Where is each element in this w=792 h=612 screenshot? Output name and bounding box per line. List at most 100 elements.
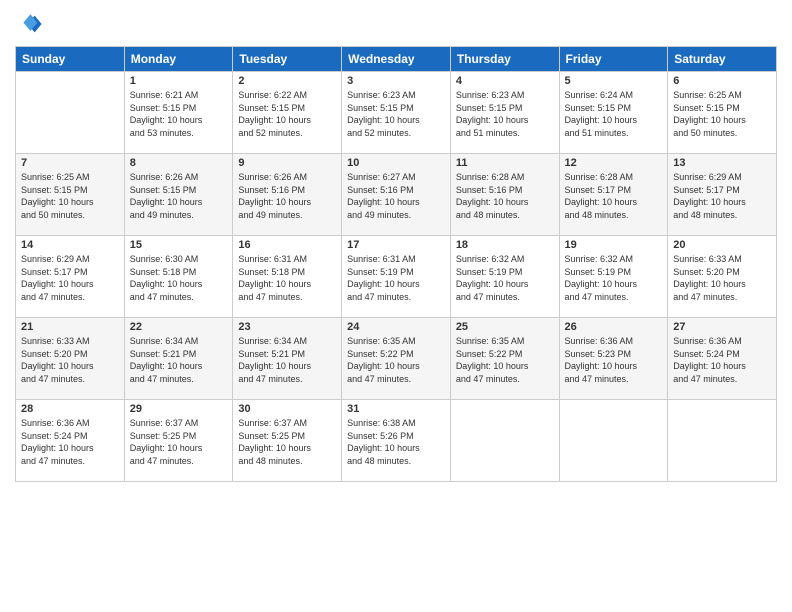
day-info: Sunrise: 6:36 AM Sunset: 5:24 PM Dayligh… — [21, 417, 119, 467]
calendar-cell: 21Sunrise: 6:33 AM Sunset: 5:20 PM Dayli… — [16, 318, 125, 400]
day-info: Sunrise: 6:25 AM Sunset: 5:15 PM Dayligh… — [673, 89, 771, 139]
day-number: 11 — [456, 157, 554, 169]
day-info: Sunrise: 6:38 AM Sunset: 5:26 PM Dayligh… — [347, 417, 445, 467]
day-number: 27 — [673, 321, 771, 333]
calendar-week-row: 1 Sunrise: 6:21 AM Sunset: 5:15 PM Daylig… — [16, 72, 777, 154]
day-info: Sunrise: 6:36 AM Sunset: 5:23 PM Dayligh… — [565, 335, 663, 385]
calendar-cell: 4 Sunrise: 6:23 AM Sunset: 5:15 PM Daylig… — [450, 72, 559, 154]
day-number: 19 — [565, 239, 663, 251]
calendar-cell: 12 Sunrise: 6:28 AM Sunset: 5:17 PM Dayli… — [559, 154, 668, 236]
day-number: 4 — [456, 75, 554, 87]
calendar-cell: 17 Sunrise: 6:31 AM Sunset: 5:19 PM Dayli… — [342, 236, 451, 318]
calendar-cell: 6 Sunrise: 6:25 AM Sunset: 5:15 PM Daylig… — [668, 72, 777, 154]
day-number: 17 — [347, 239, 445, 251]
day-info: Sunrise: 6:37 AM Sunset: 5:25 PM Dayligh… — [130, 417, 228, 467]
page: SundayMondayTuesdayWednesdayThursdayFrid… — [0, 0, 792, 612]
calendar-cell: 25Sunrise: 6:35 AM Sunset: 5:22 PM Dayli… — [450, 318, 559, 400]
calendar-cell: 31 Sunrise: 6:38 AM Sunset: 5:26 PM Dayli… — [342, 400, 451, 482]
calendar-cell: 13Sunrise: 6:29 AM Sunset: 5:17 PM Dayli… — [668, 154, 777, 236]
logo-icon — [15, 10, 43, 38]
calendar-cell: 7 Sunrise: 6:25 AM Sunset: 5:15 PM Daylig… — [16, 154, 125, 236]
calendar-cell — [668, 400, 777, 482]
calendar-cell: 3 Sunrise: 6:23 AM Sunset: 5:15 PM Daylig… — [342, 72, 451, 154]
calendar-cell: 27Sunrise: 6:36 AM Sunset: 5:24 PM Dayli… — [668, 318, 777, 400]
calendar-cell: 14 Sunrise: 6:29 AM Sunset: 5:17 PM Dayli… — [16, 236, 125, 318]
calendar-cell: 29 Sunrise: 6:37 AM Sunset: 5:25 PM Dayli… — [124, 400, 233, 482]
day-info: Sunrise: 6:25 AM Sunset: 5:15 PM Dayligh… — [21, 171, 119, 221]
day-info: Sunrise: 6:27 AM Sunset: 5:16 PM Dayligh… — [347, 171, 445, 221]
calendar-cell — [16, 72, 125, 154]
day-number: 24 — [347, 321, 445, 333]
day-number: 15 — [130, 239, 228, 251]
calendar-cell: 8 Sunrise: 6:26 AM Sunset: 5:15 PM Daylig… — [124, 154, 233, 236]
day-info: Sunrise: 6:23 AM Sunset: 5:15 PM Dayligh… — [456, 89, 554, 139]
calendar-cell: 9 Sunrise: 6:26 AM Sunset: 5:16 PM Daylig… — [233, 154, 342, 236]
day-number: 6 — [673, 75, 771, 87]
calendar-cell: 16 Sunrise: 6:31 AM Sunset: 5:18 PM Dayli… — [233, 236, 342, 318]
day-info: Sunrise: 6:29 AM Sunset: 5:17 PM Dayligh… — [21, 253, 119, 303]
day-of-week-header: Saturday — [668, 47, 777, 72]
day-info: Sunrise: 6:35 AM Sunset: 5:22 PM Dayligh… — [456, 335, 554, 385]
day-number: 14 — [21, 239, 119, 251]
calendar-cell — [559, 400, 668, 482]
calendar-cell: 2 Sunrise: 6:22 AM Sunset: 5:15 PM Daylig… — [233, 72, 342, 154]
day-number: 1 — [130, 75, 228, 87]
day-info: Sunrise: 6:30 AM Sunset: 5:18 PM Dayligh… — [130, 253, 228, 303]
day-info: Sunrise: 6:33 AM Sunset: 5:20 PM Dayligh… — [673, 253, 771, 303]
day-info: Sunrise: 6:32 AM Sunset: 5:19 PM Dayligh… — [456, 253, 554, 303]
calendar-week-row: 7 Sunrise: 6:25 AM Sunset: 5:15 PM Daylig… — [16, 154, 777, 236]
calendar-cell: 22Sunrise: 6:34 AM Sunset: 5:21 PM Dayli… — [124, 318, 233, 400]
day-number: 3 — [347, 75, 445, 87]
calendar-cell: 11 Sunrise: 6:28 AM Sunset: 5:16 PM Dayli… — [450, 154, 559, 236]
day-number: 8 — [130, 157, 228, 169]
header — [15, 10, 777, 38]
day-number: 26 — [565, 321, 663, 333]
calendar-cell: 24Sunrise: 6:35 AM Sunset: 5:22 PM Dayli… — [342, 318, 451, 400]
day-number: 20 — [673, 239, 771, 251]
day-number: 12 — [565, 157, 663, 169]
day-info: Sunrise: 6:21 AM Sunset: 5:15 PM Dayligh… — [130, 89, 228, 139]
day-of-week-header: Monday — [124, 47, 233, 72]
calendar-cell: 20 Sunrise: 6:33 AM Sunset: 5:20 PM Dayli… — [668, 236, 777, 318]
day-number: 2 — [238, 75, 336, 87]
day-info: Sunrise: 6:31 AM Sunset: 5:19 PM Dayligh… — [347, 253, 445, 303]
day-info: Sunrise: 6:23 AM Sunset: 5:15 PM Dayligh… — [347, 89, 445, 139]
calendar-cell: 23Sunrise: 6:34 AM Sunset: 5:21 PM Dayli… — [233, 318, 342, 400]
calendar-cell: 15 Sunrise: 6:30 AM Sunset: 5:18 PM Dayli… — [124, 236, 233, 318]
calendar-cell — [450, 400, 559, 482]
day-info: Sunrise: 6:32 AM Sunset: 5:19 PM Dayligh… — [565, 253, 663, 303]
day-number: 7 — [21, 157, 119, 169]
calendar-body: 1 Sunrise: 6:21 AM Sunset: 5:15 PM Daylig… — [16, 72, 777, 482]
calendar-cell: 5Sunrise: 6:24 AM Sunset: 5:15 PM Daylig… — [559, 72, 668, 154]
header-row: SundayMondayTuesdayWednesdayThursdayFrid… — [16, 47, 777, 72]
day-number: 30 — [238, 403, 336, 415]
calendar-week-row: 14 Sunrise: 6:29 AM Sunset: 5:17 PM Dayli… — [16, 236, 777, 318]
calendar-cell: 18Sunrise: 6:32 AM Sunset: 5:19 PM Dayli… — [450, 236, 559, 318]
day-info: Sunrise: 6:26 AM Sunset: 5:15 PM Dayligh… — [130, 171, 228, 221]
day-number: 29 — [130, 403, 228, 415]
calendar-header: SundayMondayTuesdayWednesdayThursdayFrid… — [16, 47, 777, 72]
day-number: 16 — [238, 239, 336, 251]
calendar-week-row: 28 Sunrise: 6:36 AM Sunset: 5:24 PM Dayli… — [16, 400, 777, 482]
day-number: 28 — [21, 403, 119, 415]
day-number: 21 — [21, 321, 119, 333]
day-number: 31 — [347, 403, 445, 415]
day-info: Sunrise: 6:28 AM Sunset: 5:16 PM Dayligh… — [456, 171, 554, 221]
calendar-cell: 19 Sunrise: 6:32 AM Sunset: 5:19 PM Dayli… — [559, 236, 668, 318]
calendar-cell: 1 Sunrise: 6:21 AM Sunset: 5:15 PM Daylig… — [124, 72, 233, 154]
day-of-week-header: Wednesday — [342, 47, 451, 72]
day-number: 9 — [238, 157, 336, 169]
calendar-cell: 26 Sunrise: 6:36 AM Sunset: 5:23 PM Dayli… — [559, 318, 668, 400]
day-number: 22 — [130, 321, 228, 333]
day-number: 13 — [673, 157, 771, 169]
day-of-week-header: Thursday — [450, 47, 559, 72]
day-info: Sunrise: 6:26 AM Sunset: 5:16 PM Dayligh… — [238, 171, 336, 221]
day-info: Sunrise: 6:28 AM Sunset: 5:17 PM Dayligh… — [565, 171, 663, 221]
day-info: Sunrise: 6:22 AM Sunset: 5:15 PM Dayligh… — [238, 89, 336, 139]
calendar-cell: 28 Sunrise: 6:36 AM Sunset: 5:24 PM Dayli… — [16, 400, 125, 482]
day-of-week-header: Sunday — [16, 47, 125, 72]
day-info: Sunrise: 6:31 AM Sunset: 5:18 PM Dayligh… — [238, 253, 336, 303]
day-of-week-header: Friday — [559, 47, 668, 72]
day-info: Sunrise: 6:37 AM Sunset: 5:25 PM Dayligh… — [238, 417, 336, 467]
calendar-week-row: 21Sunrise: 6:33 AM Sunset: 5:20 PM Dayli… — [16, 318, 777, 400]
